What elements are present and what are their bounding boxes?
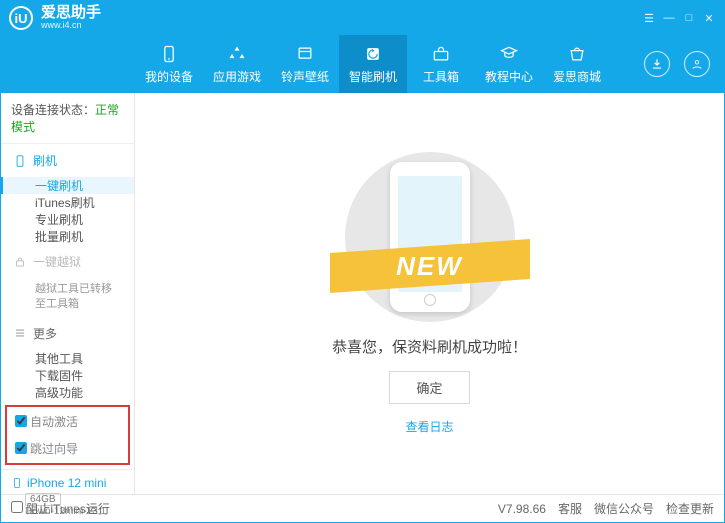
app-url: www.i4.cn bbox=[41, 21, 101, 31]
block-itunes-checkbox[interactable]: 阻止iTunes运行 bbox=[11, 500, 110, 517]
auto-activate-checkbox[interactable]: 自动激活 bbox=[15, 413, 78, 430]
nav-label: 工具箱 bbox=[423, 68, 459, 85]
skin-button[interactable]: ☰ bbox=[642, 12, 656, 25]
sidebar: 设备连接状态：正常模式 刷机 一键刷机 iTunes刷机 专业刷机 批量刷机 一… bbox=[1, 93, 135, 494]
list-icon bbox=[13, 326, 27, 340]
status-label: 设备连接状态： bbox=[11, 103, 95, 117]
nav-label: 教程中心 bbox=[485, 68, 533, 85]
phone-icon bbox=[11, 476, 23, 490]
minimize-button[interactable]: — bbox=[662, 12, 676, 24]
sidebar-item-download-firmware[interactable]: 下载固件 bbox=[1, 367, 134, 384]
view-log-link[interactable]: 查看日志 bbox=[405, 418, 453, 435]
group-jailbreak: 一键越狱 bbox=[1, 245, 134, 278]
sidebar-item-batch-flash[interactable]: 批量刷机 bbox=[1, 228, 134, 245]
app-logo: iU 爱思助手 www.i4.cn bbox=[9, 5, 101, 31]
support-link[interactable]: 客服 bbox=[558, 500, 582, 517]
check-update-link[interactable]: 检查更新 bbox=[666, 500, 714, 517]
sidebar-item-itunes-flash[interactable]: iTunes刷机 bbox=[1, 194, 134, 211]
options-row: 自动激活 跳过向导 bbox=[5, 405, 130, 465]
sidebar-item-oneclick-flash[interactable]: 一键刷机 bbox=[1, 177, 134, 194]
device-name: iPhone 12 mini bbox=[27, 476, 106, 490]
sidebar-item-other-tools[interactable]: 其他工具 bbox=[1, 350, 134, 367]
app-name: 爱思助手 bbox=[41, 5, 101, 22]
svg-text:iU: iU bbox=[15, 11, 28, 26]
success-message: 恭喜您，保资料刷机成功啦！ bbox=[332, 336, 527, 357]
main-content: NEW 恭喜您，保资料刷机成功啦！ 确定 查看日志 bbox=[135, 93, 724, 494]
window-controls: ☰ — □ ✕ bbox=[642, 12, 716, 25]
new-ribbon: NEW bbox=[396, 251, 463, 282]
nav-toolbox[interactable]: 工具箱 bbox=[407, 35, 475, 93]
titlebar: iU 爱思助手 www.i4.cn ☰ — □ ✕ bbox=[1, 1, 724, 35]
group-flash[interactable]: 刷机 bbox=[1, 144, 134, 177]
sidebar-item-pro-flash[interactable]: 专业刷机 bbox=[1, 211, 134, 228]
sidebar-item-advanced[interactable]: 高级功能 bbox=[1, 384, 134, 401]
nav-label: 爱思商城 bbox=[553, 68, 601, 85]
user-icon[interactable] bbox=[684, 51, 710, 77]
version-label: V7.98.66 bbox=[498, 502, 546, 516]
nav-ringtones[interactable]: 铃声壁纸 bbox=[271, 35, 339, 93]
nav-label: 铃声壁纸 bbox=[281, 68, 329, 85]
nav-store[interactable]: 爱思商城 bbox=[543, 35, 611, 93]
maximize-button[interactable]: □ bbox=[682, 12, 696, 24]
nav-apps[interactable]: 应用游戏 bbox=[203, 35, 271, 93]
success-illustration: NEW bbox=[320, 152, 540, 322]
download-icon[interactable] bbox=[644, 51, 670, 77]
nav-tutorial[interactable]: 教程中心 bbox=[475, 35, 543, 93]
nav-my-device[interactable]: 我的设备 bbox=[135, 35, 203, 93]
nav-flash[interactable]: 智能刷机 bbox=[339, 35, 407, 93]
nav-label: 智能刷机 bbox=[349, 68, 397, 85]
nav-label: 应用游戏 bbox=[213, 68, 261, 85]
ok-button[interactable]: 确定 bbox=[389, 371, 469, 404]
phone-icon bbox=[13, 154, 27, 168]
group-more[interactable]: 更多 bbox=[1, 317, 134, 350]
lock-icon bbox=[13, 255, 27, 269]
device-status: 设备连接状态：正常模式 bbox=[1, 93, 134, 144]
skip-guide-checkbox[interactable]: 跳过向导 bbox=[15, 440, 78, 457]
jailbreak-note: 越狱工具已转移至工具箱 bbox=[1, 278, 134, 317]
wechat-link[interactable]: 微信公众号 bbox=[594, 500, 654, 517]
nav-label: 我的设备 bbox=[145, 68, 193, 85]
top-nav: 我的设备 应用游戏 铃声壁纸 智能刷机 工具箱 教程中心 爱思商城 bbox=[1, 35, 724, 93]
close-button[interactable]: ✕ bbox=[702, 12, 716, 25]
